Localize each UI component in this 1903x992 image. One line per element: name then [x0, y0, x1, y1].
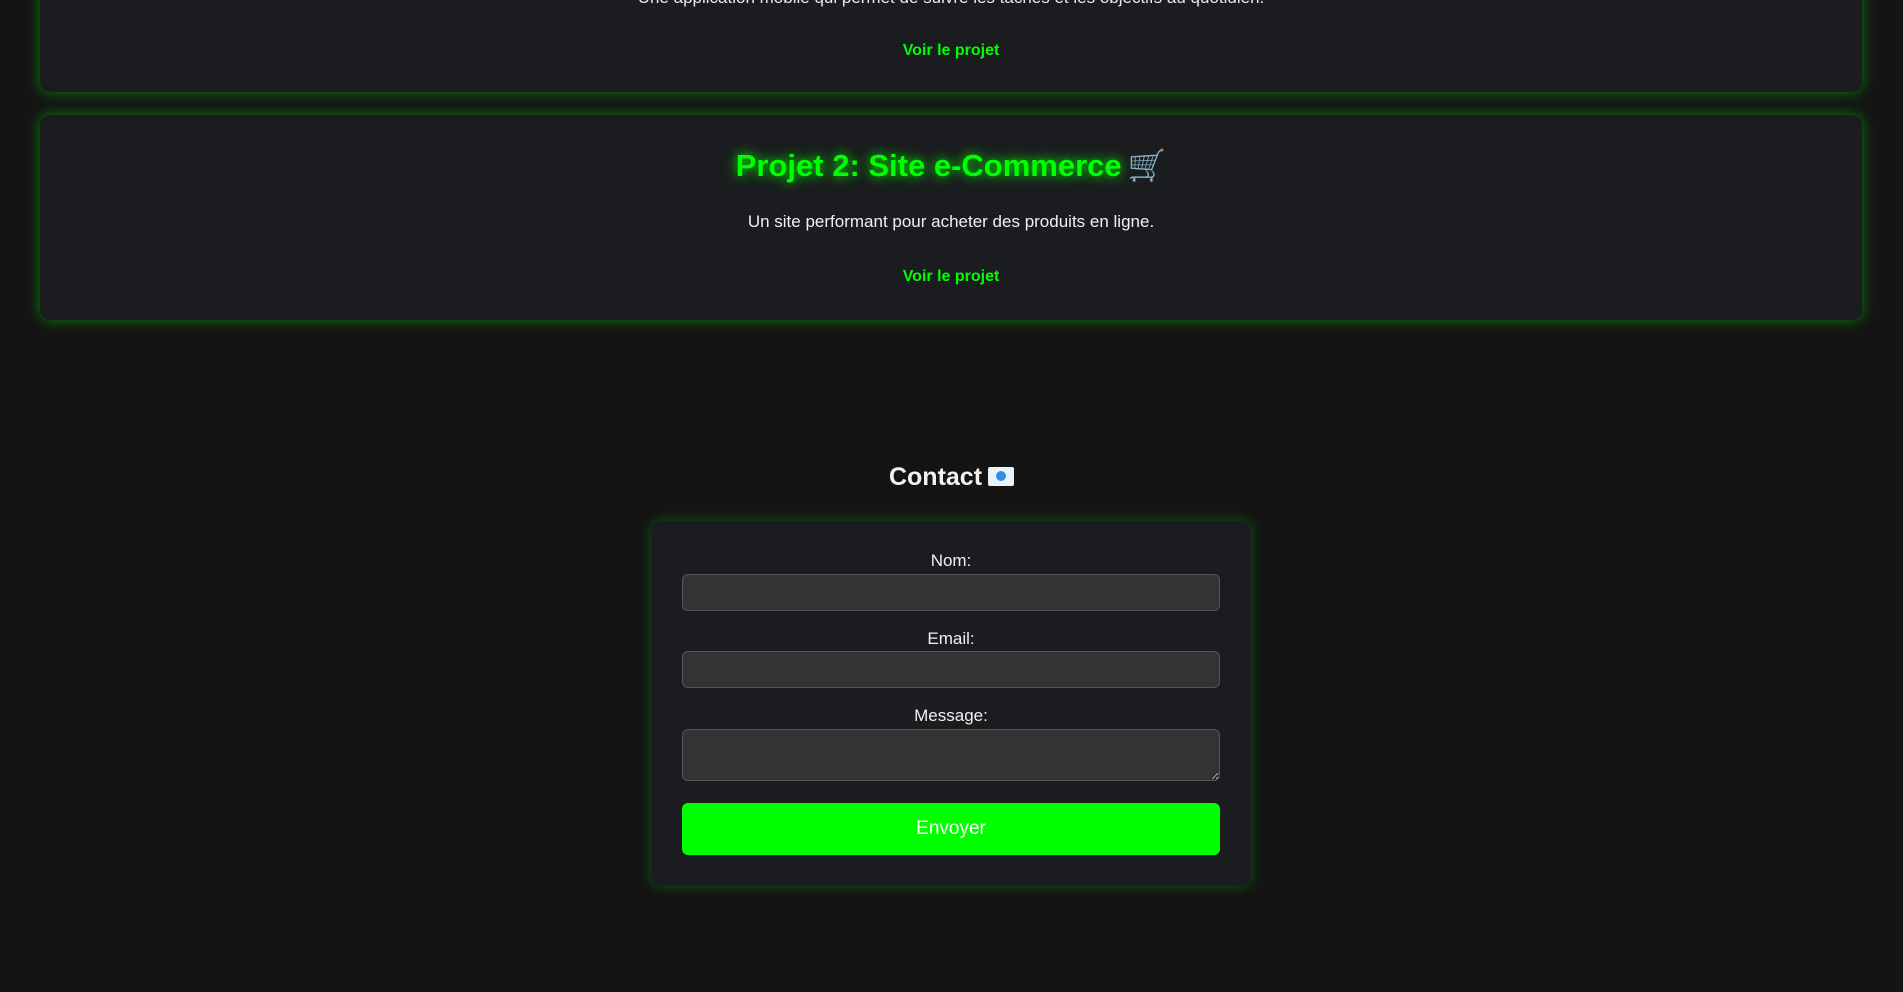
- project-2-link[interactable]: Voir le projet: [40, 268, 1862, 286]
- project-1-description: Une application mobile qui permet de sui…: [40, 0, 1862, 8]
- nom-input[interactable]: [682, 574, 1220, 611]
- nom-label: Nom:: [930, 551, 972, 570]
- envelope-icon: [988, 467, 1015, 486]
- email-input[interactable]: [682, 651, 1220, 688]
- message-textarea[interactable]: [682, 729, 1220, 781]
- portfolio-page: Une application mobile qui permet de sui…: [0, 0, 1903, 992]
- email-label: Email:: [927, 629, 975, 648]
- project-card-2: Projet 2: Site e-Commerce 🛒 Un site perfo…: [40, 115, 1862, 320]
- project-2-title: Projet 2: Site e-Commerce 🛒: [40, 147, 1862, 184]
- send-button[interactable]: Envoyer: [682, 803, 1220, 855]
- contact-title: Contact: [0, 463, 1903, 492]
- contact-title-text: Contact: [888, 463, 983, 491]
- project-card-1: Une application mobile qui permet de sui…: [40, 0, 1862, 92]
- contact-form: Nom: Email: Message: Envoyer: [651, 521, 1251, 886]
- project-2-title-text: Projet 2: Site e-Commerce: [735, 148, 1122, 183]
- shopping-cart-icon: 🛒: [1127, 148, 1167, 183]
- project-1-link[interactable]: Voir le projet: [40, 42, 1862, 60]
- project-2-description: Un site performant pour acheter des prod…: [747, 212, 1155, 231]
- message-label: Message:: [914, 706, 988, 725]
